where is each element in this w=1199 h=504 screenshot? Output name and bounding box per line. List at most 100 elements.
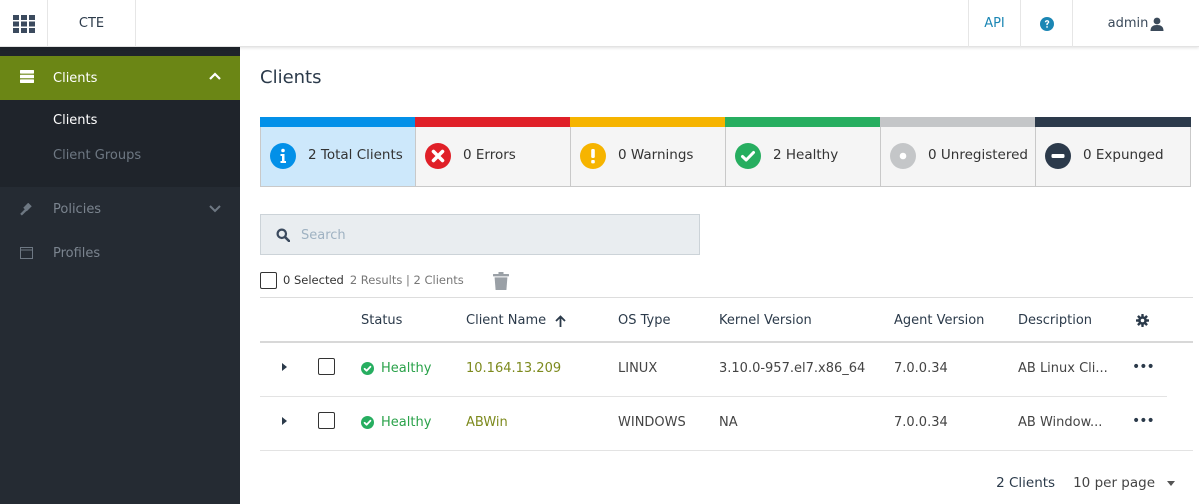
card-label: 0 Expunged	[1083, 147, 1164, 163]
status-text: Healthy	[381, 415, 432, 430]
expunged-icon	[1045, 143, 1071, 169]
warning-icon	[580, 143, 606, 169]
description-cell: AB Linux Cli...	[1018, 361, 1108, 376]
client-name-link[interactable]: 10.164.13.209	[466, 361, 561, 376]
search-box	[260, 214, 700, 255]
gavel-icon	[20, 202, 32, 216]
healthy-check-icon	[361, 362, 374, 375]
chevron-down-icon[interactable]	[209, 205, 221, 213]
sidebar-item-profiles[interactable]: Profiles	[0, 231, 240, 275]
column-header-agent-version[interactable]: Agent Version	[894, 313, 984, 328]
check-circle-icon	[735, 143, 761, 169]
status-cards: 2 Total Clients 0 Errors 0 Warnings 2 He…	[260, 117, 1191, 187]
table-footer: 2 Clients 10 per page	[996, 475, 1175, 491]
card-expunged[interactable]: 0 Expunged	[1035, 117, 1191, 187]
api-link[interactable]: API	[968, 0, 1021, 47]
top-bar: CTE API admin	[0, 0, 1199, 47]
user-menu[interactable]: admin	[1073, 0, 1199, 47]
card-label: 0 Unregistered	[928, 147, 1028, 163]
card-color-bar	[570, 117, 726, 127]
client-name-link[interactable]: ABWin	[466, 415, 508, 430]
card-color-bar	[1035, 117, 1191, 127]
expand-row-icon[interactable]	[282, 363, 287, 371]
sidebar: Clients Clients Client Groups Policies P…	[0, 47, 240, 504]
search-input[interactable]	[301, 225, 681, 245]
results-count: 2 Results | 2 Clients	[349, 273, 464, 287]
card-label: 2 Healthy	[773, 147, 839, 163]
table-row[interactable]: Healthy ABWin WINDOWS NA 7.0.0.34 AB Win…	[260, 397, 1193, 451]
sidebar-item-label: Clients	[53, 70, 98, 86]
grid-icon	[12, 14, 35, 33]
more-actions-icon[interactable]: •••	[1132, 359, 1155, 375]
card-total-clients[interactable]: 2 Total Clients	[260, 117, 416, 187]
column-header-status[interactable]: Status	[361, 313, 402, 328]
kernel-version-cell: NA	[719, 415, 738, 430]
help-button[interactable]	[1021, 0, 1073, 47]
table-row[interactable]: Healthy 10.164.13.209 LINUX 3.10.0-957.e…	[260, 343, 1167, 397]
chevron-up-icon[interactable]	[209, 72, 221, 80]
column-header-description[interactable]: Description	[1018, 313, 1092, 328]
page-title: Clients	[260, 67, 322, 88]
column-header-kernel-version[interactable]: Kernel Version	[719, 313, 812, 328]
card-color-bar	[415, 117, 571, 127]
card-label: 2 Total Clients	[308, 147, 403, 163]
agent-version-cell: 7.0.0.34	[894, 415, 948, 430]
description-cell: AB Window...	[1018, 415, 1103, 430]
total-count: 2 Clients	[996, 475, 1056, 491]
sidebar-item-clients[interactable]: Clients	[0, 56, 240, 100]
window-icon	[20, 247, 33, 259]
gear-icon[interactable]	[1136, 314, 1149, 327]
username: admin	[1107, 16, 1149, 31]
sidebar-subitem-client-groups[interactable]: Client Groups	[0, 147, 240, 182]
unregistered-icon	[890, 143, 916, 169]
healthy-check-icon	[361, 416, 374, 429]
select-all-checkbox[interactable]	[260, 271, 277, 289]
app-name[interactable]: CTE	[48, 0, 136, 47]
sidebar-top-strip	[0, 47, 240, 56]
more-actions-icon[interactable]: •••	[1132, 413, 1155, 429]
kernel-version-cell: 3.10.0-957.el7.x86_64	[719, 361, 866, 376]
clients-submenu: Clients Client Groups	[0, 100, 240, 187]
row-checkbox[interactable]	[318, 358, 335, 375]
app-launcher-button[interactable]	[0, 0, 48, 47]
caret-down-icon[interactable]	[1167, 480, 1175, 486]
column-header-label: Client Name	[466, 313, 547, 328]
status-text: Healthy	[381, 361, 432, 376]
main-content: Clients 2 Total Clients 0 Errors 0 Warni…	[240, 47, 1199, 504]
table-header: Status Client Name OS Type Kernel Versio…	[260, 297, 1193, 343]
search-icon	[276, 228, 290, 242]
info-icon	[270, 143, 296, 169]
per-page-select[interactable]: 10 per page	[1073, 475, 1155, 491]
os-type-cell: WINDOWS	[618, 415, 686, 430]
card-warnings[interactable]: 0 Warnings	[570, 117, 726, 187]
sidebar-item-label: Profiles	[53, 245, 101, 261]
trash-icon[interactable]	[493, 272, 509, 290]
status-cell: Healthy	[361, 415, 431, 430]
column-header-os-type[interactable]: OS Type	[618, 313, 670, 328]
os-type-cell: LINUX	[618, 361, 658, 376]
card-color-bar	[725, 117, 881, 127]
selection-bar: 0 Selected 2 Results | 2 Clients	[260, 268, 464, 292]
user-icon	[1150, 17, 1164, 31]
error-icon	[425, 143, 451, 169]
card-errors[interactable]: 0 Errors	[415, 117, 571, 187]
question-circle-icon	[1039, 16, 1054, 31]
selected-count: 0 Selected	[283, 273, 344, 287]
card-color-bar	[880, 117, 1036, 127]
agent-version-cell: 7.0.0.34	[894, 361, 948, 376]
card-healthy[interactable]: 2 Healthy	[725, 117, 881, 187]
clients-table: Status Client Name OS Type Kernel Versio…	[260, 297, 1193, 451]
row-checkbox[interactable]	[318, 412, 335, 429]
card-label: 0 Errors	[463, 147, 516, 163]
sidebar-item-label: Policies	[53, 201, 102, 217]
column-header-client-name[interactable]: Client Name	[466, 313, 566, 328]
card-unregistered[interactable]: 0 Unregistered	[880, 117, 1036, 187]
server-icon	[20, 70, 34, 83]
sort-ascending-icon	[555, 314, 566, 327]
sidebar-item-policies[interactable]: Policies	[0, 187, 240, 231]
card-color-bar	[260, 117, 416, 127]
sidebar-subitem-clients[interactable]: Clients	[0, 112, 240, 147]
card-label: 0 Warnings	[618, 147, 694, 163]
expand-row-icon[interactable]	[282, 417, 287, 425]
